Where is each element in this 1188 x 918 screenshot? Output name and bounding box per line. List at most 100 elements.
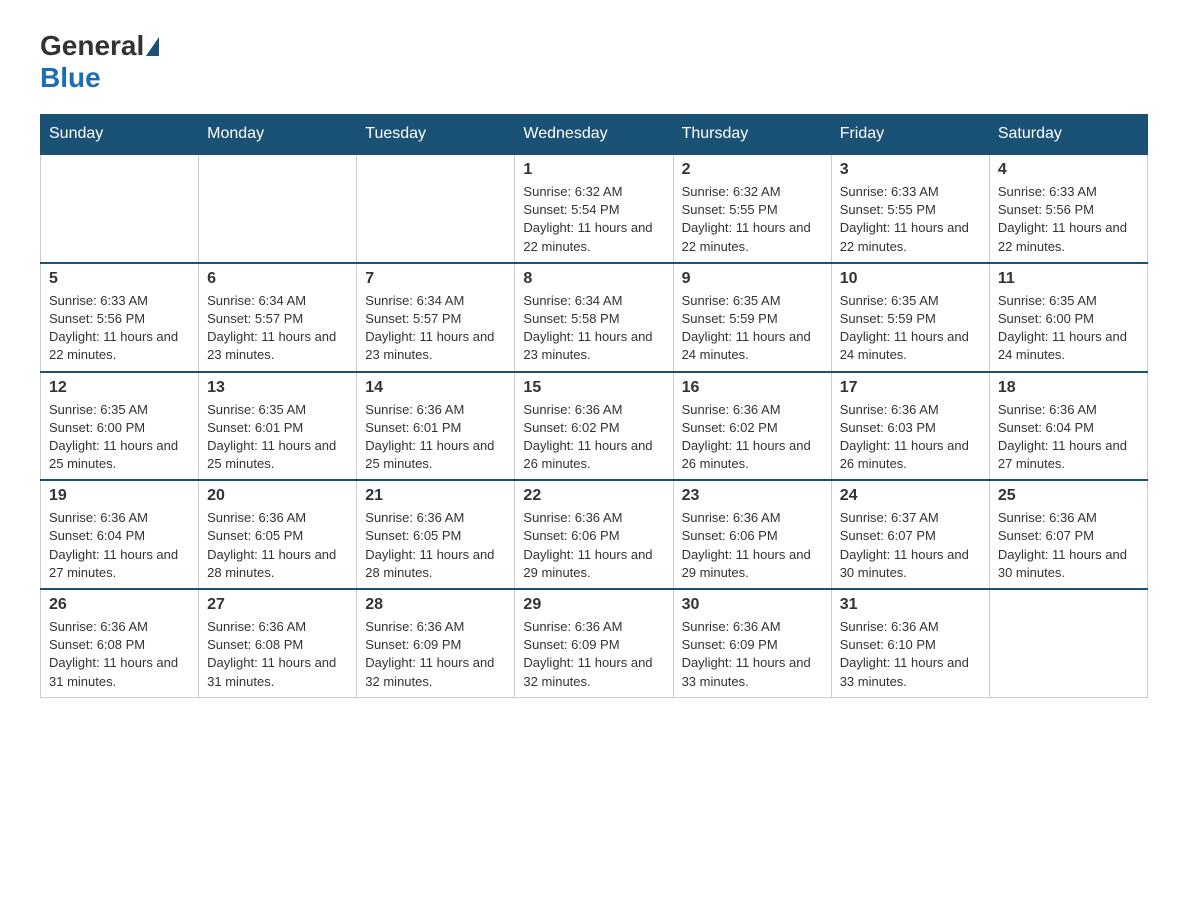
day-info: Sunrise: 6:36 AM Sunset: 6:09 PM Dayligh… xyxy=(365,618,506,691)
logo: General Blue xyxy=(40,30,161,94)
calendar-cell: 9 Sunrise: 6:35 AM Sunset: 5:59 PM Daylig… xyxy=(673,263,831,372)
calendar-cell: 17 Sunrise: 6:36 AM Sunset: 6:03 PM Dayli… xyxy=(831,372,989,481)
calendar-cell: 11Sunrise: 6:35 AM Sunset: 6:00 PM Dayli… xyxy=(989,263,1147,372)
day-info: Sunrise: 6:36 AM Sunset: 6:06 PM Dayligh… xyxy=(682,509,823,582)
page-header: General Blue xyxy=(40,30,1148,94)
calendar-cell: 15 Sunrise: 6:36 AM Sunset: 6:02 PM Dayli… xyxy=(515,372,673,481)
day-info: Sunrise: 6:32 AM Sunset: 5:54 PM Dayligh… xyxy=(523,183,664,256)
weekday-header-thursday: Thursday xyxy=(673,115,831,155)
calendar-cell: 18 Sunrise: 6:36 AM Sunset: 6:04 PM Dayli… xyxy=(989,372,1147,481)
calendar-table: SundayMondayTuesdayWednesdayThursdayFrid… xyxy=(40,114,1148,698)
calendar-cell xyxy=(357,154,515,263)
day-number: 11 xyxy=(998,270,1139,288)
calendar-cell: 13 Sunrise: 6:35 AM Sunset: 6:01 PM Dayli… xyxy=(199,372,357,481)
logo-general-text: General xyxy=(40,30,144,62)
calendar-cell: 5Sunrise: 6:33 AM Sunset: 5:56 PM Daylig… xyxy=(41,263,199,372)
calendar-cell: 14 Sunrise: 6:36 AM Sunset: 6:01 PM Dayli… xyxy=(357,372,515,481)
day-number: 7 xyxy=(365,270,506,288)
week-row-5: 26 Sunrise: 6:36 AM Sunset: 6:08 PM Dayli… xyxy=(41,589,1148,697)
day-info: Sunrise: 6:36 AM Sunset: 6:06 PM Dayligh… xyxy=(523,509,664,582)
calendar-cell: 24 Sunrise: 6:37 AM Sunset: 6:07 PM Dayli… xyxy=(831,480,989,589)
day-info: Sunrise: 6:36 AM Sunset: 6:03 PM Dayligh… xyxy=(840,401,981,474)
weekday-header-sunday: Sunday xyxy=(41,115,199,155)
calendar-cell: 4 Sunrise: 6:33 AM Sunset: 5:56 PM Daylig… xyxy=(989,154,1147,263)
calendar-cell: 6 Sunrise: 6:34 AM Sunset: 5:57 PM Daylig… xyxy=(199,263,357,372)
day-number: 28 xyxy=(365,596,506,614)
day-number: 25 xyxy=(998,487,1139,505)
calendar-cell: 12 Sunrise: 6:35 AM Sunset: 6:00 PM Dayli… xyxy=(41,372,199,481)
day-number: 23 xyxy=(682,487,823,505)
day-number: 14 xyxy=(365,379,506,397)
day-info: Sunrise: 6:33 AM Sunset: 5:55 PM Dayligh… xyxy=(840,183,981,256)
day-info: Sunrise: 6:32 AM Sunset: 5:55 PM Dayligh… xyxy=(682,183,823,256)
weekday-header-row: SundayMondayTuesdayWednesdayThursdayFrid… xyxy=(41,115,1148,155)
day-info: Sunrise: 6:36 AM Sunset: 6:05 PM Dayligh… xyxy=(207,509,348,582)
week-row-1: 1 Sunrise: 6:32 AM Sunset: 5:54 PM Daylig… xyxy=(41,154,1148,263)
day-info: Sunrise: 6:36 AM Sunset: 6:01 PM Dayligh… xyxy=(365,401,506,474)
week-row-3: 12 Sunrise: 6:35 AM Sunset: 6:00 PM Dayli… xyxy=(41,372,1148,481)
day-info: Sunrise: 6:36 AM Sunset: 6:04 PM Dayligh… xyxy=(49,509,190,582)
day-info: Sunrise: 6:35 AM Sunset: 6:00 PM Dayligh… xyxy=(49,401,190,474)
calendar-cell: 19Sunrise: 6:36 AM Sunset: 6:04 PM Dayli… xyxy=(41,480,199,589)
calendar-cell: 25 Sunrise: 6:36 AM Sunset: 6:07 PM Dayli… xyxy=(989,480,1147,589)
day-info: Sunrise: 6:34 AM Sunset: 5:57 PM Dayligh… xyxy=(207,292,348,365)
day-info: Sunrise: 6:36 AM Sunset: 6:02 PM Dayligh… xyxy=(682,401,823,474)
day-number: 29 xyxy=(523,596,664,614)
calendar-cell: 22 Sunrise: 6:36 AM Sunset: 6:06 PM Dayli… xyxy=(515,480,673,589)
day-number: 10 xyxy=(840,270,981,288)
day-number: 9 xyxy=(682,270,823,288)
day-info: Sunrise: 6:36 AM Sunset: 6:02 PM Dayligh… xyxy=(523,401,664,474)
calendar-cell: 28 Sunrise: 6:36 AM Sunset: 6:09 PM Dayli… xyxy=(357,589,515,697)
weekday-header-saturday: Saturday xyxy=(989,115,1147,155)
weekday-header-friday: Friday xyxy=(831,115,989,155)
calendar-cell: 2 Sunrise: 6:32 AM Sunset: 5:55 PM Daylig… xyxy=(673,154,831,263)
day-number: 13 xyxy=(207,379,348,397)
day-info: Sunrise: 6:34 AM Sunset: 5:57 PM Dayligh… xyxy=(365,292,506,365)
calendar-cell: 7 Sunrise: 6:34 AM Sunset: 5:57 PM Daylig… xyxy=(357,263,515,372)
day-info: Sunrise: 6:36 AM Sunset: 6:08 PM Dayligh… xyxy=(207,618,348,691)
calendar-cell: 16 Sunrise: 6:36 AM Sunset: 6:02 PM Dayli… xyxy=(673,372,831,481)
day-number: 15 xyxy=(523,379,664,397)
day-number: 8 xyxy=(523,270,664,288)
day-info: Sunrise: 6:36 AM Sunset: 6:05 PM Dayligh… xyxy=(365,509,506,582)
day-number: 1 xyxy=(523,161,664,179)
day-number: 22 xyxy=(523,487,664,505)
day-info: Sunrise: 6:36 AM Sunset: 6:04 PM Dayligh… xyxy=(998,401,1139,474)
day-number: 17 xyxy=(840,379,981,397)
calendar-cell: 23 Sunrise: 6:36 AM Sunset: 6:06 PM Dayli… xyxy=(673,480,831,589)
day-info: Sunrise: 6:35 AM Sunset: 5:59 PM Dayligh… xyxy=(840,292,981,365)
day-number: 4 xyxy=(998,161,1139,179)
day-info: Sunrise: 6:35 AM Sunset: 6:01 PM Dayligh… xyxy=(207,401,348,474)
weekday-header-monday: Monday xyxy=(199,115,357,155)
day-info: Sunrise: 6:37 AM Sunset: 6:07 PM Dayligh… xyxy=(840,509,981,582)
day-number: 12 xyxy=(49,379,190,397)
day-info: Sunrise: 6:36 AM Sunset: 6:09 PM Dayligh… xyxy=(523,618,664,691)
calendar-cell: 10 Sunrise: 6:35 AM Sunset: 5:59 PM Dayli… xyxy=(831,263,989,372)
calendar-cell: 27Sunrise: 6:36 AM Sunset: 6:08 PM Dayli… xyxy=(199,589,357,697)
day-number: 5 xyxy=(49,270,190,288)
calendar-cell: 1 Sunrise: 6:32 AM Sunset: 5:54 PM Daylig… xyxy=(515,154,673,263)
day-info: Sunrise: 6:36 AM Sunset: 6:10 PM Dayligh… xyxy=(840,618,981,691)
calendar-cell: 20 Sunrise: 6:36 AM Sunset: 6:05 PM Dayli… xyxy=(199,480,357,589)
day-number: 6 xyxy=(207,270,348,288)
day-number: 26 xyxy=(49,596,190,614)
day-number: 30 xyxy=(682,596,823,614)
day-number: 24 xyxy=(840,487,981,505)
day-info: Sunrise: 6:36 AM Sunset: 6:08 PM Dayligh… xyxy=(49,618,190,691)
weekday-header-wednesday: Wednesday xyxy=(515,115,673,155)
day-info: Sunrise: 6:36 AM Sunset: 6:07 PM Dayligh… xyxy=(998,509,1139,582)
day-number: 31 xyxy=(840,596,981,614)
day-info: Sunrise: 6:35 AM Sunset: 5:59 PM Dayligh… xyxy=(682,292,823,365)
day-number: 3 xyxy=(840,161,981,179)
week-row-4: 19Sunrise: 6:36 AM Sunset: 6:04 PM Dayli… xyxy=(41,480,1148,589)
day-info: Sunrise: 6:33 AM Sunset: 5:56 PM Dayligh… xyxy=(998,183,1139,256)
day-number: 18 xyxy=(998,379,1139,397)
day-number: 16 xyxy=(682,379,823,397)
day-info: Sunrise: 6:34 AM Sunset: 5:58 PM Dayligh… xyxy=(523,292,664,365)
day-number: 2 xyxy=(682,161,823,179)
calendar-cell: 21Sunrise: 6:36 AM Sunset: 6:05 PM Dayli… xyxy=(357,480,515,589)
calendar-cell: 29 Sunrise: 6:36 AM Sunset: 6:09 PM Dayli… xyxy=(515,589,673,697)
day-number: 20 xyxy=(207,487,348,505)
calendar-cell: 3 Sunrise: 6:33 AM Sunset: 5:55 PM Daylig… xyxy=(831,154,989,263)
calendar-cell xyxy=(989,589,1147,697)
